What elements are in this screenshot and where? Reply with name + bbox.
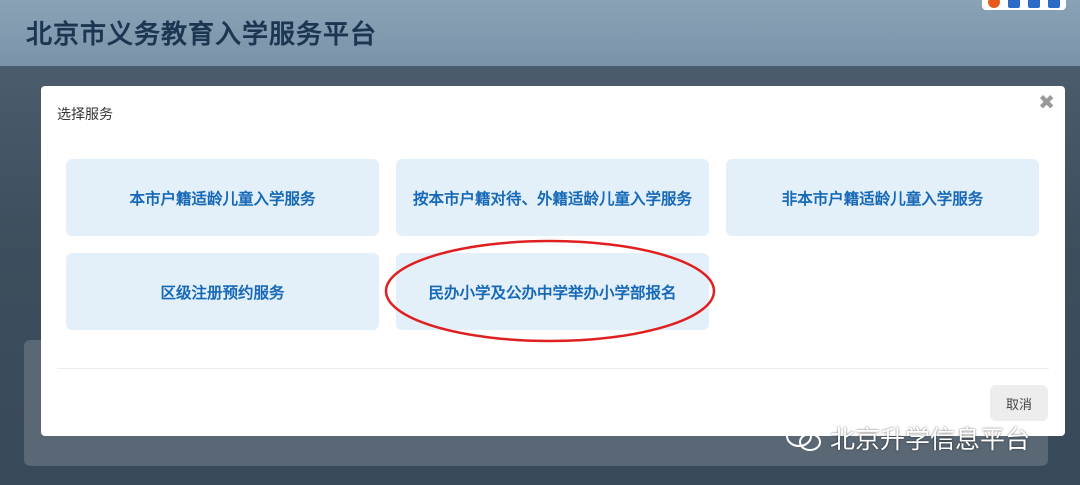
language-icon xyxy=(1008,0,1020,8)
service-local-hukou-button[interactable]: 本市户籍适龄儿童入学服务 xyxy=(66,159,379,236)
microphone-icon xyxy=(1028,0,1040,8)
page-title: 北京市义务教育入学服务平台 xyxy=(26,20,378,50)
service-label: 本市户籍适龄儿童入学服务 xyxy=(129,189,316,208)
system-tray xyxy=(982,0,1066,10)
watermark-text: 北京升学信息平台 xyxy=(830,425,1031,454)
wechat-icon xyxy=(786,425,821,451)
service-nonlocal-hukou-button[interactable]: 非本市户籍适龄儿童入学服务 xyxy=(726,159,1039,236)
highlight-ellipse xyxy=(384,239,716,343)
service-equivalent-foreign-button[interactable]: 按本市户籍对待、外籍适龄儿童入学服务 xyxy=(396,159,709,236)
modal-divider xyxy=(57,368,1049,369)
keyboard-icon xyxy=(1048,0,1060,8)
service-district-registration-button[interactable]: 区级注册预约服务 xyxy=(66,253,379,330)
close-icon[interactable]: ✖ xyxy=(1038,92,1055,112)
cancel-button[interactable]: 取消 xyxy=(990,385,1048,421)
service-label: 非本市户籍适龄儿童入学服务 xyxy=(781,189,984,208)
watermark: 北京升学信息平台 xyxy=(784,420,1030,456)
input-method-icon xyxy=(988,0,1000,8)
modal-title: 选择服务 xyxy=(57,107,113,123)
service-label: 按本市户籍对待、外籍适龄儿童入学服务 xyxy=(412,189,692,208)
service-label: 区级注册预约服务 xyxy=(160,283,285,302)
